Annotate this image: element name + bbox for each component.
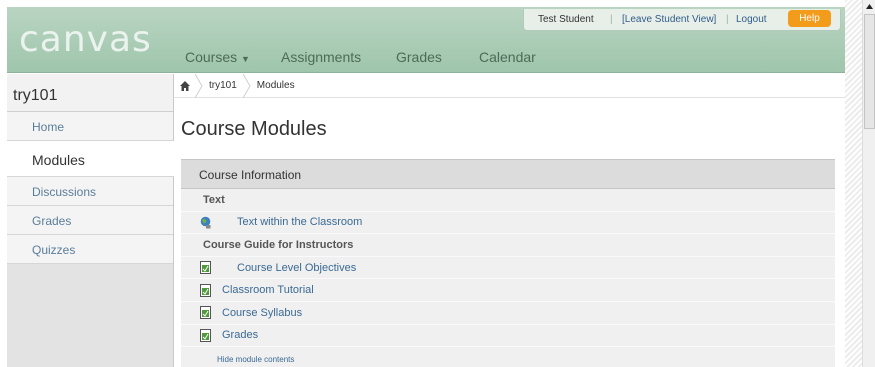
sidebar-item-home[interactable]: Home <box>7 112 173 141</box>
user-name[interactable]: Test Student <box>538 14 594 25</box>
module-body: Text Text within the Classroom Course Gu… <box>181 189 835 367</box>
module-header[interactable]: Course Information <box>181 159 835 189</box>
module-item[interactable]: Classroom Tutorial <box>181 279 835 302</box>
caret-down-icon: ▼ <box>241 54 250 64</box>
home-icon[interactable] <box>179 80 191 92</box>
scrollbar-thumb[interactable] <box>864 14 875 129</box>
document-icon <box>200 283 211 297</box>
nav-courses[interactable]: Courses ▼ <box>185 49 250 65</box>
vertical-scrollbar[interactable] <box>862 0 875 367</box>
globe-icon <box>200 216 211 229</box>
nav-calendar[interactable]: Calendar <box>479 49 536 65</box>
module-item[interactable]: Course Syllabus <box>181 302 835 325</box>
module-item-label[interactable]: Course Syllabus <box>222 307 302 319</box>
document-icon <box>200 261 211 275</box>
page-title: Course Modules <box>181 118 327 140</box>
course-title[interactable]: try101 <box>7 74 173 112</box>
leave-student-view-link[interactable]: [Leave Student View] <box>622 14 716 25</box>
breadcrumb-page: Modules <box>256 80 295 91</box>
module-subheader: Text <box>181 189 835 212</box>
document-icon <box>200 328 211 342</box>
scroll-up-arrow-icon[interactable] <box>863 0 875 13</box>
module-item[interactable]: Grades <box>181 325 835 348</box>
module-item[interactable]: Course Level Objectives <box>181 257 835 280</box>
module-item-label[interactable]: Text within the Classroom <box>237 216 362 228</box>
document-icon <box>200 306 211 320</box>
module-item-label[interactable]: Course Level Objectives <box>237 262 356 274</box>
sidebar-item-discussions[interactable]: Discussions <box>7 177 173 206</box>
hide-module-contents-link[interactable]: Hide module contents <box>181 347 835 364</box>
course-sidebar: try101 Home Modules Discussions Grades Q… <box>7 74 174 367</box>
canvas-logo[interactable]: canvas <box>19 19 152 60</box>
module-item-label[interactable]: Grades <box>222 329 258 341</box>
module-course-information: Course Information Text Text within the … <box>181 159 835 367</box>
module-subheader: Course Guide for Instructors <box>181 234 835 257</box>
breadcrumb-chevron-icon <box>195 73 203 98</box>
user-bar: Test Student | [Leave Student View] | Lo… <box>523 9 841 31</box>
separator: | <box>610 14 613 25</box>
nav-courses-label: Courses <box>185 49 238 65</box>
main-content: try101 Modules Course Modules Course Inf… <box>174 73 845 367</box>
breadcrumb-chevron-icon <box>242 73 251 98</box>
sidebar-item-quizzes[interactable]: Quizzes <box>7 235 173 264</box>
module-item[interactable]: Text within the Classroom <box>181 212 835 235</box>
browser-viewport: canvas Test Student | [Leave Student Vie… <box>7 7 845 367</box>
logout-link[interactable]: Logout <box>736 14 767 25</box>
sidebar-item-modules[interactable]: Modules <box>7 141 174 177</box>
breadcrumb-course[interactable]: try101 <box>203 80 243 91</box>
sidebar-item-grades[interactable]: Grades <box>7 206 173 235</box>
breadcrumb: try101 Modules <box>174 73 845 98</box>
help-button[interactable]: Help <box>788 10 831 27</box>
top-header: canvas Test Student | [Leave Student Vie… <box>7 7 845 73</box>
separator: | <box>726 14 729 25</box>
page-margin <box>845 0 862 367</box>
nav-assignments[interactable]: Assignments <box>281 49 361 65</box>
module-item-label[interactable]: Classroom Tutorial <box>222 284 314 296</box>
nav-grades[interactable]: Grades <box>396 49 442 65</box>
